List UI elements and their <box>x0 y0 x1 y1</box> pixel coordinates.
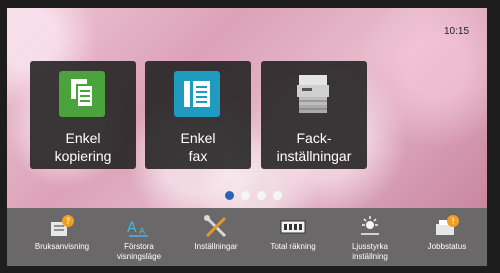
svg-text:!: ! <box>451 217 455 227</box>
manual-icon: ? <box>49 214 75 238</box>
brightness-icon <box>357 214 383 238</box>
bottom-label-line1: Förstora <box>124 242 154 251</box>
enlarge-display-icon: A A <box>126 214 152 238</box>
job-status-icon: ! <box>434 214 460 238</box>
tile-label-line1: Enkel <box>180 130 216 146</box>
bottom-label-line1: Ljusstyrka <box>351 242 388 251</box>
fax-icon <box>174 71 220 117</box>
tile-label-line2: inställningar <box>276 148 352 164</box>
bottom-label-line1: Bruksanvisning <box>34 242 90 251</box>
page-dot-active[interactable] <box>225 191 234 200</box>
bottom-label-line2: visningsläge <box>116 252 162 261</box>
tile-label-line1: Enkel <box>65 130 101 146</box>
total-count-button[interactable]: Total räkning <box>259 208 327 266</box>
manual-button[interactable]: ? Bruksanvisning <box>28 208 96 266</box>
tile-label-line2: kopiering <box>54 148 112 164</box>
copy-icon <box>59 71 105 117</box>
page-dot[interactable] <box>257 191 266 200</box>
bottom-label-line1: Inställningar <box>194 242 238 251</box>
settings-tools-icon <box>203 214 229 238</box>
settings-button[interactable]: Inställningar <box>182 208 250 266</box>
device-frame: 10:15 ◀ Enkel kopiering <box>0 0 500 273</box>
tile-label-line1: Fack- <box>296 130 332 146</box>
clock: 10:15 <box>444 26 470 37</box>
svg-text:?: ? <box>66 217 71 227</box>
bottom-label-line2: inställning <box>352 252 388 261</box>
svg-text:A: A <box>127 220 137 236</box>
tile-easy-fax[interactable]: Enkel fax <box>145 61 251 169</box>
bottom-toolbar: ? Bruksanvisning A A Förstora visningslä… <box>7 208 487 266</box>
tile-easy-copy[interactable]: Enkel kopiering <box>30 61 136 169</box>
bottom-label-line1: Total räkning <box>270 242 316 251</box>
tile-tray-settings[interactable]: Fack- inställningar <box>261 61 367 169</box>
brightness-button[interactable]: Ljusstyrka inställning <box>336 208 404 266</box>
bottom-label-line1: Jobbstatus <box>427 242 467 251</box>
touch-screen: 10:15 ◀ Enkel kopiering <box>7 8 487 266</box>
counter-icon <box>280 214 306 238</box>
page-dot[interactable] <box>273 191 282 200</box>
printer-tray-icon <box>290 71 336 117</box>
enlarge-display-button[interactable]: A A Förstora visningsläge <box>105 208 173 266</box>
job-status-button[interactable]: ! Jobbstatus <box>413 208 481 266</box>
tile-label-line2: fax <box>188 148 208 164</box>
page-dot[interactable] <box>241 191 250 200</box>
